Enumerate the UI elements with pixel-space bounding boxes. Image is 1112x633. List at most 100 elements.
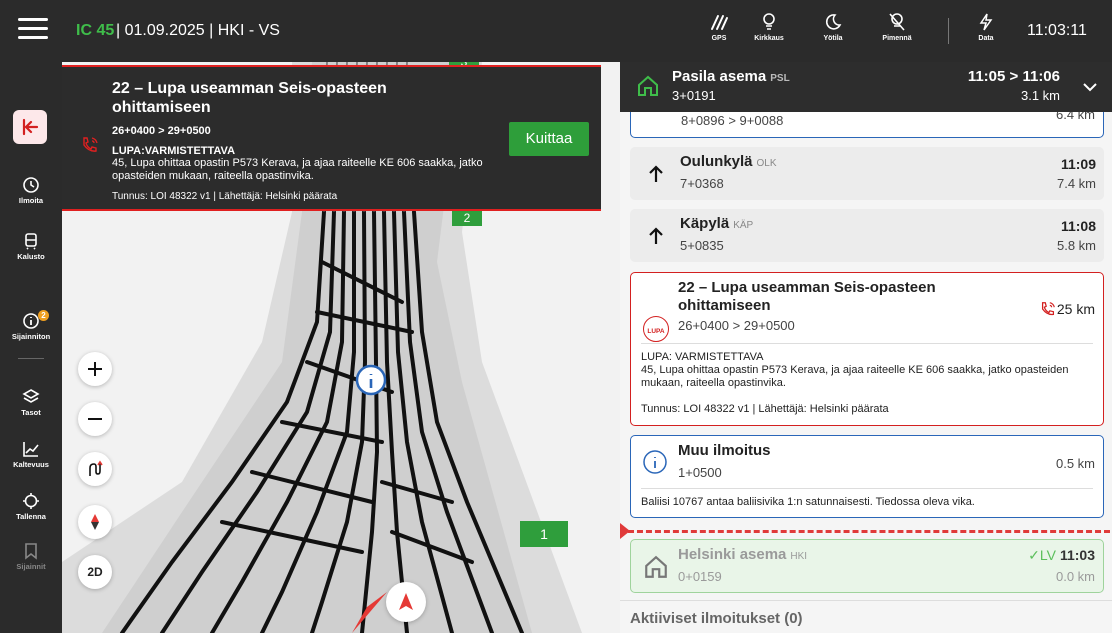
station-code: KÄP (733, 220, 754, 231)
layers-icon (22, 389, 40, 403)
alert-status: LUPA:VARMISTETTAVA (112, 145, 236, 157)
home-icon (638, 75, 658, 96)
alert-meta: Tunnus: LOI 48322 v1 | Lähettäjä: Helsin… (112, 191, 338, 202)
brightness-button[interactable]: Kirkkaus (744, 12, 794, 42)
left-rail: Ilmoita Kalusto Sijainniton 2 Tasot Kalt… (0, 62, 62, 633)
alert-popup: 22 – Lupa useamman Seis-opasteen ohittam… (62, 65, 601, 211)
current-position-line (628, 530, 1110, 533)
lupa-description: 45, Lupa ohittaa opastin P573 Kerava, ja… (641, 364, 1069, 389)
brightness-icon (763, 13, 775, 30)
lupa-badge-label: LUPA (647, 328, 665, 335)
train-info: | 01.09.2025 | HKI - VS (116, 22, 280, 39)
gps-label: GPS (711, 35, 727, 42)
passed-station-km: 0+0159 (678, 569, 722, 584)
section-divider (620, 600, 1112, 601)
phone-ringing-icon (1041, 302, 1055, 316)
station-km: 5+0835 (680, 238, 724, 253)
passed-station-code: HKI (790, 551, 808, 562)
rail-item-sijainniton[interactable]: Sijainniton (0, 312, 62, 341)
topbar-divider (948, 18, 949, 44)
plus-icon (88, 362, 102, 376)
passed-station-card[interactable]: Helsinki asema HKI 0+0159 ✓LV 11:03 0.0 km (630, 539, 1104, 593)
minus-icon (88, 418, 102, 420)
passed-station-status: ✓LV 11:03 (1028, 547, 1095, 564)
dim-button[interactable]: Pimennä (872, 12, 922, 42)
lupa-notice-card[interactable]: LUPA 22 – Lupa useamman Seis-opasteen oh… (630, 272, 1104, 426)
clock: 11:03:11 (1027, 22, 1087, 39)
exit-button[interactable] (13, 110, 47, 144)
dim-icon (889, 13, 905, 31)
gps-icon (711, 15, 728, 30)
alert-title: 22 – Lupa useamman Seis-opasteen ohittam… (112, 80, 387, 116)
rail-item-tallenna[interactable]: Tallenna (0, 492, 62, 521)
next-station-distance: 3.1 km (1020, 88, 1060, 103)
rail-item-sijainnit[interactable]: Sijainnit (0, 542, 62, 571)
station-name: Käpylä (680, 215, 730, 232)
menu-icon[interactable] (18, 18, 48, 44)
rail-item-kalusto[interactable]: Kalusto (0, 232, 62, 261)
station-distance: 7.4 km (1056, 176, 1096, 191)
acknowledge-button[interactable]: Kuittaa (509, 122, 589, 156)
next-station-time: 11:05 > 11:06 (967, 68, 1060, 85)
other-notice-card[interactable]: Muu ilmoitus 1+0500 0.5 km Baliisi 10767… (630, 435, 1104, 518)
next-station-header[interactable]: Pasila asema PSL 3+0191 11:05 > 11:06 3.1… (620, 62, 1112, 112)
rail-item-ilmoita[interactable]: Ilmoita (0, 176, 62, 205)
dim-label: Pimennä (882, 35, 912, 42)
zoom-in-button[interactable] (78, 352, 112, 386)
rail-label-tasot: Tasot (21, 408, 41, 417)
train-id: IC 45 (76, 22, 115, 39)
station-name: Oulunkylä (680, 153, 753, 170)
night-mode-icon (825, 14, 842, 30)
station-card-oulunkyla[interactable]: Oulunkylä OLK 7+0368 11:09 7.4 km (630, 147, 1104, 200)
rail-item-tasot[interactable]: Tasot (0, 388, 62, 417)
data-button[interactable]: Data (961, 12, 1011, 42)
data-label: Data (978, 35, 994, 42)
view-mode-button[interactable]: 2D (78, 555, 112, 589)
lupa-status: LUPA: VARMISTETTAVA (641, 351, 764, 363)
station-distance: 5.8 km (1056, 238, 1096, 253)
km-tag-2: 2 (452, 210, 482, 226)
lupa-badge: LUPA (643, 316, 669, 342)
top-bar: IC 45 | 01.09.2025 | HKI - VS GPS Kirkka… (0, 0, 1112, 62)
passed-station-distance: 0.0 km (1055, 569, 1095, 584)
partial-km-range: 8+0896 > 9+0088 (681, 113, 784, 128)
zoom-out-button[interactable] (78, 402, 112, 436)
next-station-name: Pasila asema PSL (672, 68, 790, 85)
station-time: 11:08 (1060, 218, 1096, 234)
rail-divider (18, 358, 44, 359)
compass-button[interactable] (78, 505, 112, 539)
data-icon (979, 13, 993, 31)
check-icon: ✓ (1028, 547, 1040, 563)
arrow-up-icon (649, 227, 663, 244)
bookmark-icon (25, 543, 37, 560)
notice-description: Baliisi 10767 antaa baliisivika 1:n satu… (641, 496, 975, 508)
active-notices-label: Aktiiviset ilmoitukset (0) (630, 610, 803, 627)
rail-item-kaltevuus[interactable]: Kaltevuus (0, 440, 62, 469)
crosshair-icon (23, 493, 39, 509)
rail-label-sijainnit: Sijainnit (16, 562, 46, 571)
train-icon (25, 233, 37, 250)
recenter-button[interactable] (386, 582, 426, 622)
passed-station-name: Helsinki asema HKI (678, 546, 808, 563)
rail-label-kalusto: Kalusto (17, 252, 45, 261)
gps-button[interactable]: GPS (694, 12, 744, 42)
exit-arrow-icon (22, 118, 39, 136)
night-mode-label: Yötila (823, 35, 843, 42)
notice-title: Muu ilmoitus (678, 442, 771, 459)
info-icon (643, 450, 667, 474)
km-tag-1: 1 (520, 521, 568, 547)
next-station-code: PSL (770, 73, 790, 84)
rail-label-ilmoita: Ilmoita (18, 196, 44, 205)
lupa-distance: 25 km (1056, 301, 1095, 317)
chevron-down-icon[interactable] (1082, 79, 1098, 95)
notice-divider (641, 488, 1093, 489)
night-mode-button[interactable]: Yötila (808, 12, 858, 42)
rail-label-tallenna: Tallenna (16, 512, 46, 521)
station-km: 7+0368 (680, 176, 724, 191)
brightness-label: Kirkkaus (754, 35, 784, 42)
lupa-meta: Tunnus: LOI 48322 v1 | Lähettäjä: Helsin… (641, 403, 889, 415)
route-button[interactable] (78, 452, 112, 486)
station-time: 11:09 (1060, 156, 1096, 172)
history-icon (23, 177, 39, 193)
station-card-kapyla[interactable]: Käpylä KÄP 5+0835 11:08 5.8 km (630, 209, 1104, 262)
